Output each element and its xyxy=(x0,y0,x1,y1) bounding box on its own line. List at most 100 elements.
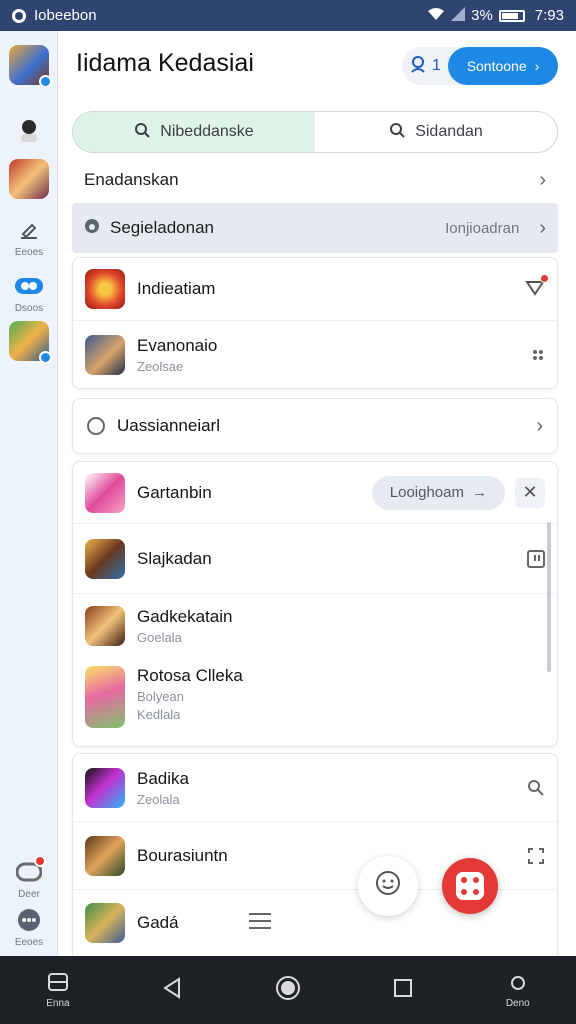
search-icon xyxy=(134,122,151,143)
item-subtitle: Goelala xyxy=(137,630,182,645)
item-title: Gadá xyxy=(137,913,179,932)
system-nav-bar: Enna Deno xyxy=(0,956,576,1024)
game-thumbnail xyxy=(85,269,125,309)
list-item[interactable]: Rotosa Clleka Bolyean Kedlala xyxy=(73,658,557,746)
header-actions: 1 Sontoone › xyxy=(402,47,558,85)
rail-item-more[interactable]: Eeoes xyxy=(0,905,58,948)
chat-icon xyxy=(14,855,46,887)
character-icon xyxy=(14,115,44,145)
edit-icon xyxy=(14,215,44,245)
rail-item-character[interactable] xyxy=(0,115,58,145)
close-icon: ✕ xyxy=(522,482,538,502)
rail-label: Eeoes xyxy=(14,247,44,258)
list-item[interactable]: Indieatiam xyxy=(73,258,557,321)
rail-item-game-2[interactable] xyxy=(0,159,58,199)
circle-icon xyxy=(510,972,526,996)
rail-label: Eeoes xyxy=(14,937,44,948)
update-badge xyxy=(39,75,52,88)
list-item[interactable]: Gadkekatain Goelala xyxy=(73,594,557,658)
nav-left-button[interactable]: Enna xyxy=(46,972,70,1009)
close-button[interactable]: ✕ xyxy=(515,477,545,508)
item-subtitle: Zeolala xyxy=(137,791,180,807)
main-panel: Iidama Kedasiai 1 Sontoone › Nibeddanske… xyxy=(58,31,576,963)
game-thumbnail xyxy=(9,321,52,364)
game-thumbnail xyxy=(85,606,125,646)
menu-icon[interactable] xyxy=(248,912,271,935)
game-thumbnail xyxy=(85,835,125,876)
assistant-fab[interactable] xyxy=(358,856,418,916)
radio-row[interactable]: Uassianneiarl › xyxy=(72,398,558,454)
drag-handle-icon[interactable] xyxy=(531,348,545,362)
update-badge xyxy=(39,351,52,364)
section-header-row[interactable]: Enadanskan › xyxy=(72,157,558,203)
item-title: Badika xyxy=(137,768,189,788)
item-title: Evanonaio xyxy=(137,336,218,355)
rail-label: Dsoos xyxy=(14,303,44,314)
home-circle-icon xyxy=(275,975,301,1006)
item-title: Indieatiam xyxy=(137,279,216,298)
link-icon xyxy=(14,271,44,301)
list-item[interactable]: Slajkadan xyxy=(73,524,557,594)
item-title: Bourasiuntn xyxy=(137,845,228,865)
open-pill-button[interactable]: Looighoam → xyxy=(371,475,505,510)
home-button[interactable] xyxy=(275,975,301,1006)
game-center-fab[interactable] xyxy=(442,858,498,914)
rail-item-game-3[interactable] xyxy=(0,321,58,364)
user-count: 1 xyxy=(432,57,441,74)
list-item[interactable]: Badika Zeolala xyxy=(73,754,557,822)
smiley-icon xyxy=(375,870,401,903)
rail-label: Deer xyxy=(18,889,40,900)
list-card: Badika Zeolala Bourasiuntn Gadá xyxy=(72,753,558,963)
item-subtitle: Zeolsae xyxy=(137,359,184,374)
segment-left[interactable]: Nibeddanske xyxy=(73,112,315,152)
nav-label: Enna xyxy=(46,997,70,1009)
arrow-right-icon: → xyxy=(472,484,487,501)
side-rail: Eeoes Dsoos Deer Eeoes xyxy=(0,31,58,956)
list-card: Gartanbin Looighoam → ✕ Slajkadan Gadkek… xyxy=(72,461,558,747)
expand-icon[interactable] xyxy=(527,847,545,865)
scrollbar[interactable] xyxy=(547,522,551,672)
game-thumbnail xyxy=(85,472,125,513)
status-left-text: Iobeebon xyxy=(34,7,97,24)
page-title: Iidama Kedasiai xyxy=(76,49,254,77)
rail-item-game-1[interactable] xyxy=(0,45,58,88)
notification-icon xyxy=(12,8,26,23)
rail-item-edit[interactable]: Eeoes xyxy=(0,215,58,258)
favorite-button[interactable] xyxy=(525,273,549,301)
list-group: Gadkekatain Goelala Rotosa Clleka Bolyea… xyxy=(73,594,557,746)
more-icon xyxy=(14,905,44,935)
user-icon xyxy=(409,55,427,78)
segment-right[interactable]: Sidandan xyxy=(315,112,557,152)
list-item[interactable]: Evanonaio Zeolsae xyxy=(73,321,557,388)
nav-label: Deno xyxy=(505,997,530,1009)
segment-right-label: Sidandan xyxy=(415,123,483,140)
item-title: Gartanbin xyxy=(137,482,212,502)
radio-icon xyxy=(87,417,105,435)
back-button[interactable] xyxy=(162,976,182,1004)
segmented-search: Nibeddanske Sidandan xyxy=(72,111,558,153)
game-thumbnail xyxy=(85,538,125,579)
rail-item-link[interactable]: Dsoos xyxy=(0,271,58,314)
signal-icon xyxy=(451,6,466,25)
rail-item-chat[interactable]: Deer xyxy=(0,855,58,900)
primary-cta-button[interactable]: Sontoone › xyxy=(448,47,558,85)
nav-right-button[interactable]: Deno xyxy=(506,972,530,1009)
radio-label: Uassianneiarl xyxy=(117,416,220,435)
wifi-icon xyxy=(427,7,445,25)
inbox-icon[interactable] xyxy=(527,549,545,568)
user-count-button[interactable]: 1 xyxy=(402,55,448,78)
face-icon xyxy=(84,218,100,239)
game-thumbnail xyxy=(9,159,49,199)
search-icon[interactable] xyxy=(527,779,545,797)
tray-icon xyxy=(47,972,69,996)
search-icon xyxy=(389,122,405,143)
list-card: Indieatiam Evanonaio Zeolsae xyxy=(72,257,558,389)
filter-row[interactable]: Segieladonan Ionjioadran › xyxy=(72,203,558,253)
list-item[interactable]: Gartanbin Looighoam → ✕ xyxy=(73,462,557,524)
back-triangle-icon xyxy=(162,976,182,1004)
item-title: Gadkekatain xyxy=(137,607,233,626)
item-title: Rotosa Clleka xyxy=(137,666,243,685)
item-subtitle: Bolyean xyxy=(137,689,184,704)
recents-button[interactable] xyxy=(393,978,413,1003)
chevron-right-icon: › xyxy=(536,414,543,437)
